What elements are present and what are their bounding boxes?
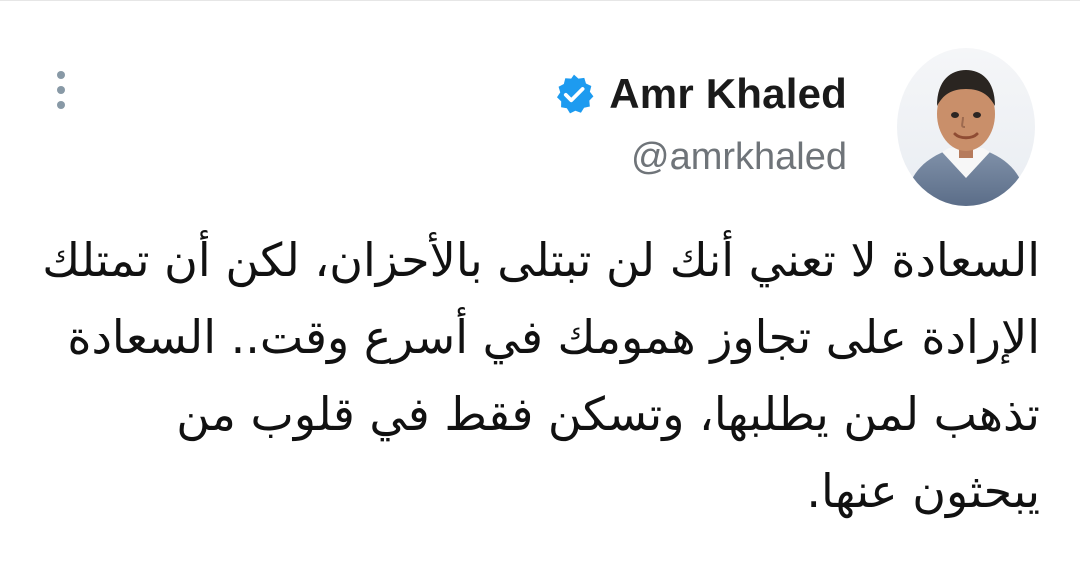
- more-options-icon: [57, 101, 65, 109]
- more-options-icon: [57, 71, 65, 79]
- tweet-text: السعادة لا تعني أنك لن تبتلى بالأحزان، ل…: [42, 233, 1040, 518]
- more-options-button[interactable]: [44, 66, 78, 114]
- verified-badge-icon: [557, 74, 594, 114]
- author-display-name[interactable]: Amr Khaled: [609, 73, 847, 115]
- author-avatar[interactable]: [897, 48, 1035, 206]
- user-avatar-icon: [897, 48, 1035, 206]
- author-name-row: Amr Khaled: [553, 64, 847, 124]
- author-info: Amr Khaled @amrkhaled: [427, 64, 847, 184]
- tweet-card: Amr Khaled @amrkhaled السعادة لا تعني أن…: [0, 0, 1080, 584]
- more-options-icon: [57, 86, 65, 94]
- author-handle[interactable]: @amrkhaled: [631, 138, 847, 176]
